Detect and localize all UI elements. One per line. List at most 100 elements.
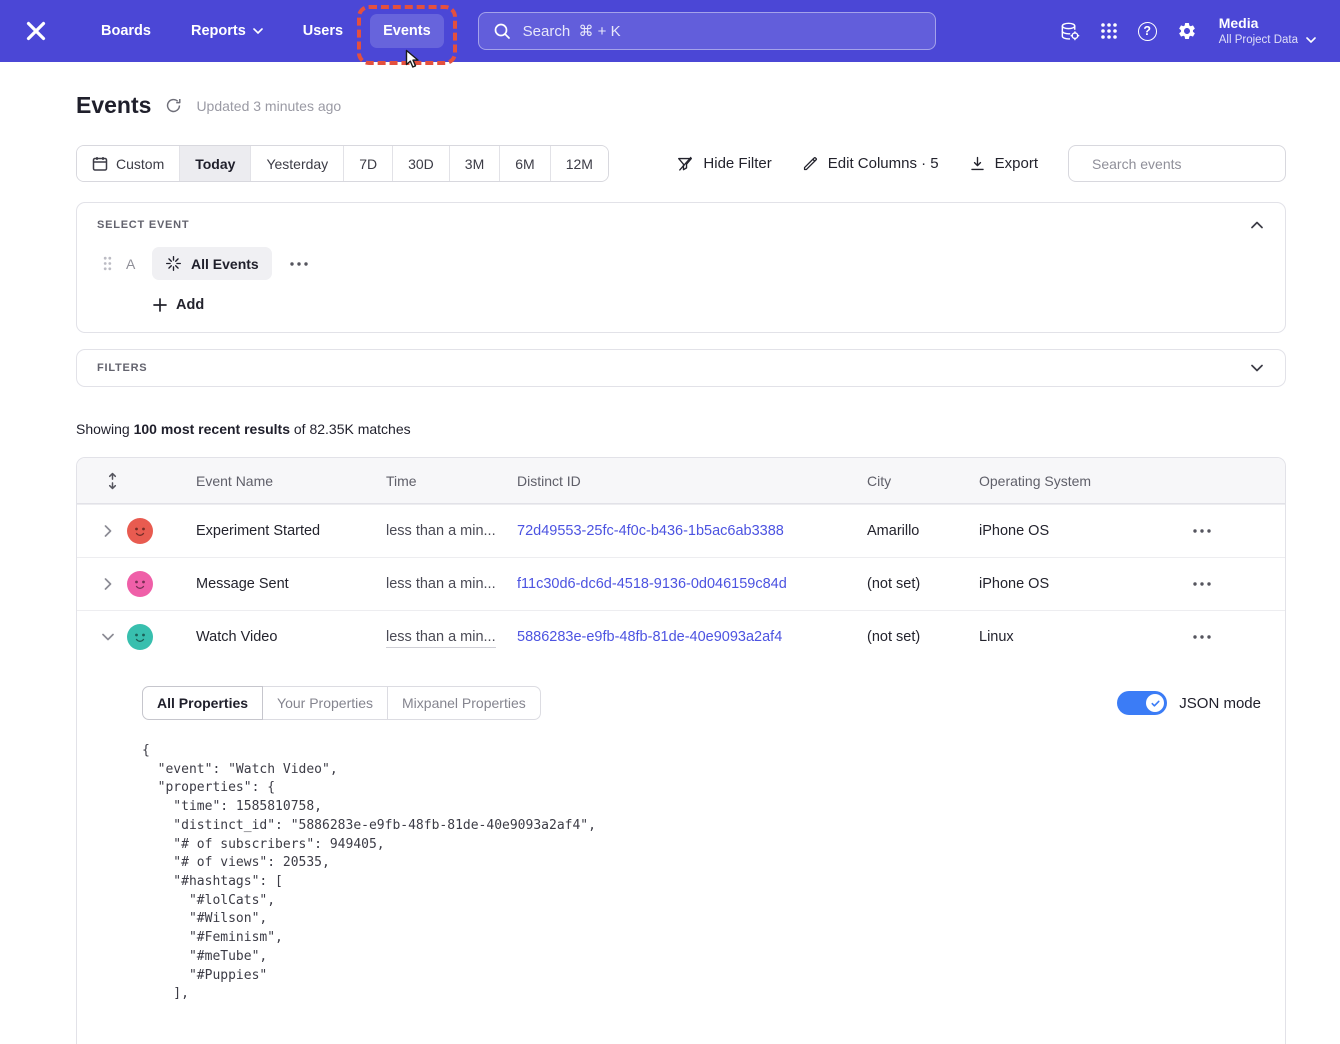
date-range-control: Custom Today Yesterday 7D 30D 3M 6M 12M — [76, 145, 609, 182]
edit-columns-button[interactable]: Edit Columns · 5 — [802, 155, 939, 172]
cell-distinct-id[interactable]: f11c30d6-dc6d-4518-9136-0d046159c84d — [517, 576, 867, 592]
json-mode-toggle[interactable] — [1117, 691, 1167, 715]
cell-city: (not set) — [867, 576, 979, 592]
search-events-input[interactable] — [1090, 155, 1275, 173]
cell-city: (not set) — [867, 629, 979, 645]
cursor-icon — [405, 49, 421, 70]
tab-mixpanel-properties[interactable]: Mixpanel Properties — [387, 686, 541, 720]
expand-chevron-down-icon[interactable] — [1249, 362, 1265, 374]
help-icon[interactable]: ? — [1138, 22, 1157, 41]
results-count: 100 most recent results — [134, 421, 290, 437]
search-events-field — [1068, 145, 1286, 182]
row-overflow-menu-icon[interactable] — [1189, 631, 1215, 643]
selected-event-name: All Events — [191, 256, 259, 272]
data-management-icon[interactable] — [1059, 21, 1080, 42]
plus-icon — [153, 298, 167, 312]
date-range-custom[interactable]: Custom — [77, 146, 179, 181]
row-overflow-menu-icon[interactable] — [1189, 578, 1215, 590]
filters-card: FILTERS — [76, 349, 1286, 387]
date-range-3m[interactable]: 3M — [449, 146, 499, 181]
refresh-icon[interactable] — [165, 97, 182, 114]
drag-handle-icon[interactable] — [103, 256, 112, 271]
column-header-os[interactable]: Operating System — [979, 473, 1179, 489]
event-spark-icon — [165, 255, 182, 272]
column-header-city[interactable]: City — [867, 473, 979, 489]
date-range-yesterday[interactable]: Yesterday — [250, 146, 343, 181]
nav-item-label: Events — [383, 23, 431, 39]
event-selector-row: A All Events — [97, 247, 1265, 280]
export-button[interactable]: Export — [969, 155, 1038, 172]
column-header-event-name[interactable]: Event Name — [177, 473, 386, 489]
primary-nav: Boards Reports Users Events — [88, 14, 444, 48]
chevron-right-icon[interactable] — [100, 574, 116, 594]
project-subtitle: All Project Data — [1219, 33, 1298, 48]
results-summary: Showing 100 most recent results of 82.35… — [76, 421, 1286, 437]
top-navbar: Boards Reports Users Events ? Media — [0, 0, 1340, 62]
page-title: Events — [76, 92, 151, 119]
gear-icon[interactable] — [1177, 21, 1197, 41]
project-selector[interactable]: Media All Project Data — [1219, 14, 1316, 47]
table-row: Watch Video less than a min... 5886283e-… — [77, 610, 1285, 663]
toggle-knob — [1146, 694, 1164, 712]
row-overflow-menu-icon[interactable] — [1189, 525, 1215, 537]
chevron-down-icon — [253, 28, 263, 34]
download-icon — [969, 155, 986, 172]
date-range-30d[interactable]: 30D — [392, 146, 449, 181]
chevron-right-icon[interactable] — [100, 521, 116, 541]
toolbar: Custom Today Yesterday 7D 30D 3M 6M 12M … — [76, 145, 1286, 182]
search-icon — [493, 22, 511, 40]
apps-grid-icon[interactable] — [1100, 22, 1118, 40]
date-range-7d[interactable]: 7D — [343, 146, 392, 181]
mixpanel-logo-icon[interactable] — [24, 18, 50, 44]
global-search-input[interactable] — [521, 22, 921, 41]
cell-time: less than a min... — [386, 629, 517, 645]
cell-event-name: Experiment Started — [177, 523, 386, 539]
cell-time: less than a min... — [386, 523, 517, 539]
cell-os: iPhone OS — [979, 523, 1179, 539]
tab-all-properties[interactable]: All Properties — [142, 686, 263, 720]
cell-os: iPhone OS — [979, 576, 1179, 592]
event-overflow-menu-icon[interactable] — [286, 258, 312, 270]
nav-item-reports[interactable]: Reports — [178, 14, 276, 48]
column-header-distinct-id[interactable]: Distinct ID — [517, 473, 867, 489]
table-row: Experiment Started less than a min... 72… — [77, 504, 1285, 557]
cell-distinct-id[interactable]: 5886283e-e9fb-48fb-81de-40e9093a2af4 — [517, 629, 867, 645]
select-event-title: SELECT EVENT — [97, 219, 189, 231]
avatar — [127, 518, 153, 544]
event-row-label: A — [126, 256, 138, 272]
events-table: Event Name Time Distinct ID City Operati… — [76, 457, 1286, 1044]
cell-os: Linux — [979, 629, 1179, 645]
nav-item-boards[interactable]: Boards — [88, 14, 164, 48]
calendar-icon — [92, 156, 108, 172]
chevron-down-icon[interactable] — [98, 629, 118, 645]
global-search — [478, 12, 936, 50]
navbar-actions: ? Media All Project Data — [1059, 14, 1316, 47]
updated-timestamp: Updated 3 minutes ago — [196, 98, 341, 114]
events-page: Events Updated 3 minutes ago Custom Toda… — [76, 92, 1286, 1044]
tab-your-properties[interactable]: Your Properties — [262, 686, 388, 720]
nav-item-events[interactable]: Events — [370, 14, 444, 48]
filters-title: FILTERS — [97, 362, 147, 374]
nav-item-users[interactable]: Users — [290, 14, 356, 48]
column-header-time[interactable]: Time — [386, 473, 517, 489]
avatar — [127, 571, 153, 597]
date-range-12m[interactable]: 12M — [550, 146, 608, 181]
check-icon — [1150, 698, 1161, 709]
cell-event-name: Watch Video — [177, 629, 386, 645]
json-mode-label: JSON mode — [1179, 695, 1261, 712]
chevron-down-icon — [1306, 37, 1316, 43]
event-detail-panel: All Properties Your Properties Mixpanel … — [77, 663, 1285, 1044]
add-event-button[interactable]: Add — [147, 296, 210, 314]
hide-filter-button[interactable]: Hide Filter — [676, 155, 771, 173]
table-header-row: Event Name Time Distinct ID City Operati… — [77, 458, 1285, 504]
project-name: Media — [1219, 14, 1316, 32]
collapse-chevron-up-icon[interactable] — [1249, 219, 1265, 231]
date-range-today[interactable]: Today — [179, 146, 250, 181]
event-selector-chip[interactable]: All Events — [152, 247, 272, 280]
cell-city: Amarillo — [867, 523, 979, 539]
cell-distinct-id[interactable]: 72d49553-25fc-4f0c-b436-1b5ac6ab3388 — [517, 523, 867, 539]
table-row: Message Sent less than a min... f11c30d6… — [77, 557, 1285, 610]
expand-all-icon[interactable] — [103, 470, 122, 492]
avatar — [127, 624, 153, 650]
date-range-6m[interactable]: 6M — [499, 146, 549, 181]
